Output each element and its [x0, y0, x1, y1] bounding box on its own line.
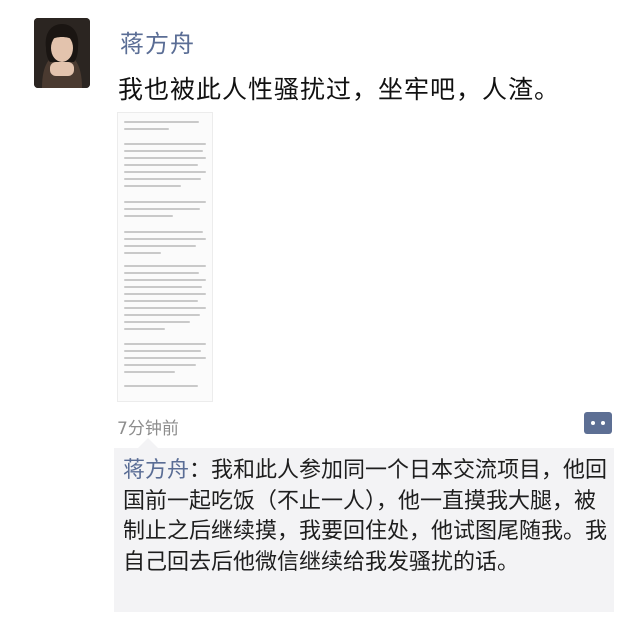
- moments-post: 蒋方舟 我也被此人性骚扰过，坐牢吧，人渣。 7分钟前 蒋方舟：我和此人参加同一个…: [0, 0, 632, 622]
- comment-item[interactable]: 蒋方舟：我和此人参加同一个日本交流项目，他回国前一起吃饭（不止一人），他一直摸我…: [123, 456, 608, 578]
- post-image-thumbnail[interactable]: [117, 112, 213, 402]
- comment-separator: ：: [189, 458, 212, 483]
- comment-author-name[interactable]: 蒋方舟: [123, 458, 189, 483]
- comment-section: 蒋方舟：我和此人参加同一个日本交流项目，他回国前一起吃饭（不止一人），他一直摸我…: [114, 438, 614, 612]
- comment-bubble-icon[interactable]: [584, 412, 612, 434]
- post-author-name[interactable]: 蒋方舟: [120, 24, 195, 59]
- post-text: 我也被此人性骚扰过，坐牢吧，人渣。: [118, 75, 561, 104]
- avatar[interactable]: [34, 18, 90, 88]
- post-timestamp: 7分钟前: [117, 419, 179, 439]
